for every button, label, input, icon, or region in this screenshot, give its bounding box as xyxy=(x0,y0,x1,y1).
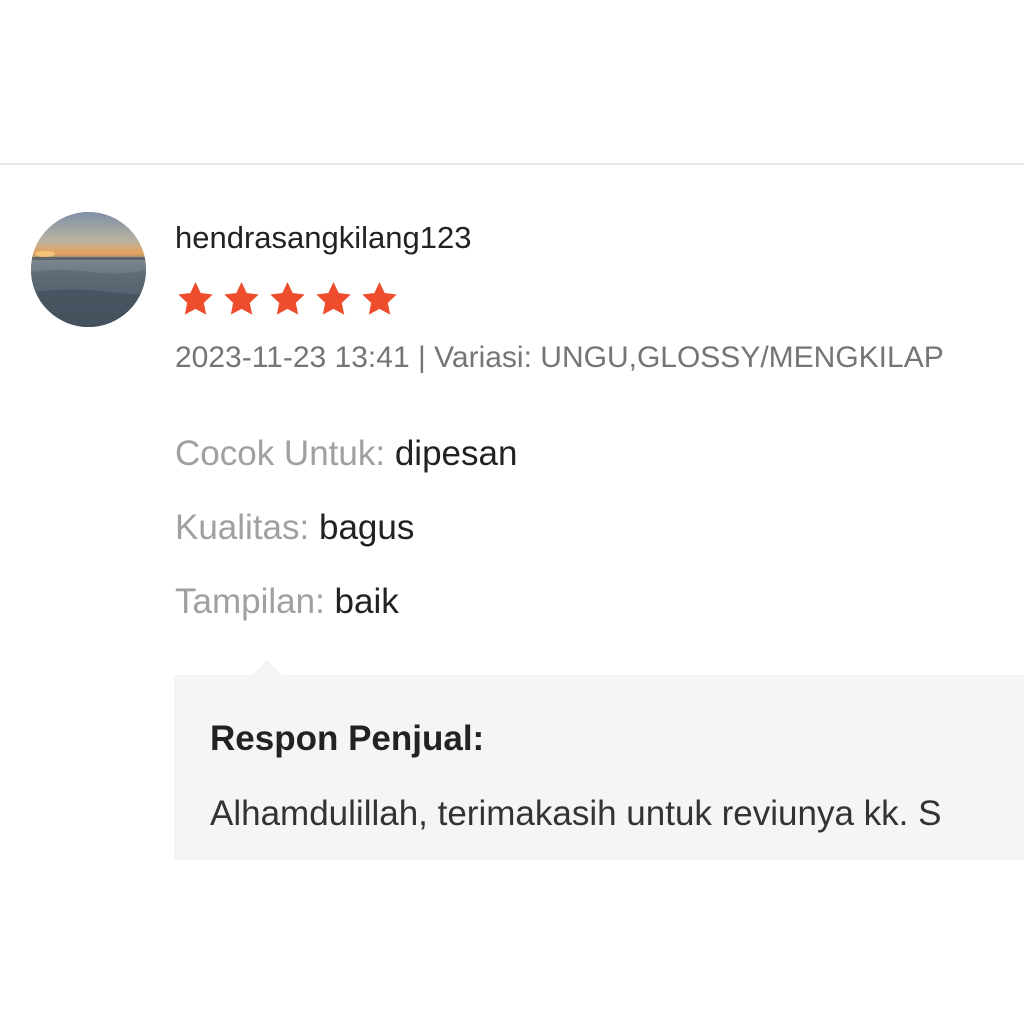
variation-value: UNGU,GLOSSY/MENGKILAP xyxy=(540,341,944,374)
reviewer-username[interactable]: hendrasangkilang123 xyxy=(175,220,471,256)
avatar-image xyxy=(31,212,146,327)
divider xyxy=(0,163,1024,165)
attribute-row: Tampilan: baik xyxy=(175,582,399,622)
seller-response-text: Alhamdulillah, terimakasih untuk reviuny… xyxy=(210,794,942,833)
attribute-label: Tampilan: xyxy=(175,582,325,621)
star-icon xyxy=(362,282,397,315)
star-icon xyxy=(178,282,213,315)
attribute-label: Kualitas: xyxy=(175,508,310,547)
attribute-value: bagus xyxy=(318,508,415,547)
review-date: 2023-11-23 13:41 xyxy=(175,341,410,374)
seller-response-title: Respon Penjual: xyxy=(210,719,485,758)
attribute-value: baik xyxy=(334,582,399,621)
attribute-value: dipesan xyxy=(394,434,518,473)
seller-response-box: Respon Penjual: Alhamdulillah, terimakas… xyxy=(174,675,1024,860)
avatar[interactable] xyxy=(31,212,146,327)
response-pointer xyxy=(252,660,282,675)
attribute-row: Cocok Untuk: dipesan xyxy=(175,434,517,474)
star-rating xyxy=(175,279,400,319)
star-icon xyxy=(270,282,305,315)
star-icon xyxy=(316,282,351,315)
review-page: hendrasangkilang123 2023-11-23 13:41 | V… xyxy=(0,0,1024,1024)
review-meta: 2023-11-23 13:41 | Variasi: UNGU,GLOSSY/… xyxy=(175,341,944,375)
meta-separator: | xyxy=(417,341,426,374)
attribute-label: Cocok Untuk: xyxy=(175,434,386,473)
variation-label: Variasi: xyxy=(434,341,532,374)
star-icon xyxy=(224,282,259,315)
attribute-row: Kualitas: bagus xyxy=(175,508,414,548)
